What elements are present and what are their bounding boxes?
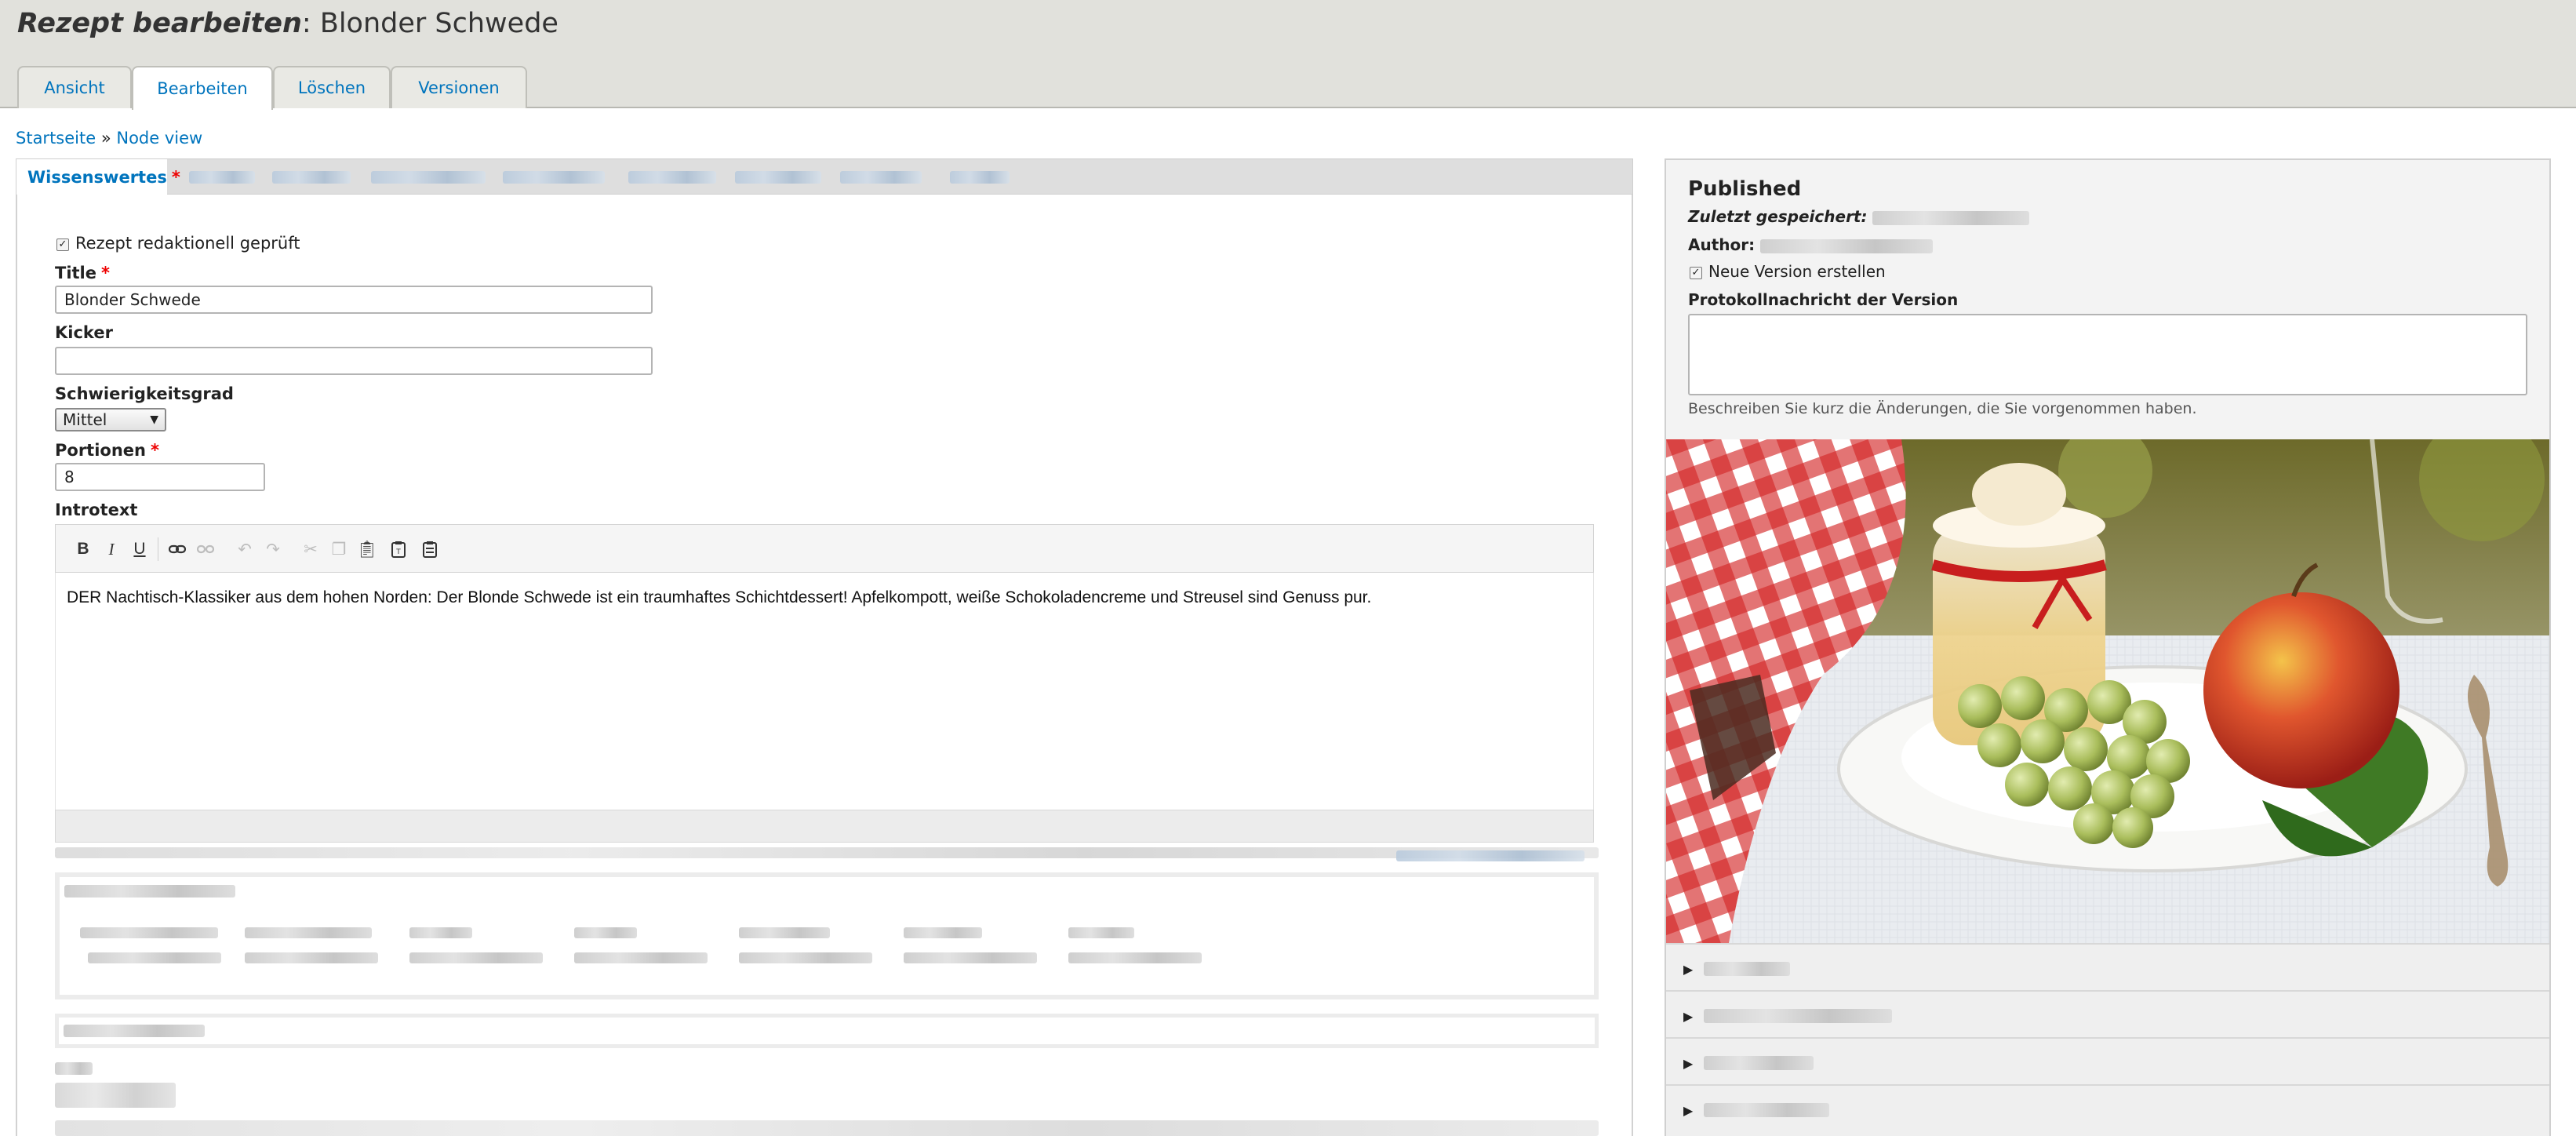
blurred-divider	[55, 847, 1599, 858]
sidebar-section-1[interactable]: ▶	[1666, 943, 2549, 990]
last-saved-label: Zuletzt gespeichert:	[1688, 207, 1868, 226]
tab-versionen[interactable]: Versionen	[391, 66, 527, 108]
expand-arrow-icon: ▶	[1683, 1103, 1694, 1118]
portions-input[interactable]: 8	[55, 463, 265, 491]
reviewed-checkbox[interactable]: ✓	[56, 238, 69, 251]
link-icon[interactable]	[166, 537, 189, 561]
title-input[interactable]: Blonder Schwede	[55, 286, 653, 314]
tab-loeschen[interactable]: Löschen	[273, 66, 391, 108]
editor-toolbar: B I U ↶ ↷ ✂ ❐ 📋︎ T	[55, 524, 1594, 573]
breadcrumb-home-link[interactable]: Startseite	[16, 129, 96, 147]
author: Author:	[1688, 235, 1934, 254]
sidebar-section-2[interactable]: ▶	[1666, 990, 2549, 1037]
bold-button[interactable]: B	[71, 537, 95, 561]
page-title-colon: :	[301, 8, 311, 39]
tab-label: Bearbeiten	[157, 79, 248, 98]
log-description: Beschreiben Sie kurz die Änderungen, die…	[1688, 400, 2197, 417]
introtext-content[interactable]: DER Nachtisch-Klassiker aus dem hohen No…	[67, 588, 1371, 607]
underline-button[interactable]: U	[128, 537, 151, 561]
italic-button[interactable]: I	[100, 537, 123, 561]
difficulty-selected-value: Mittel	[63, 410, 107, 429]
vtab-wissenswertes[interactable]: Wissenswertes *	[16, 159, 180, 195]
page-title-prefix: Rezept bearbeiten	[17, 8, 302, 39]
introtext-label: Introtext	[55, 501, 138, 519]
new-revision-label: Neue Version erstellen	[1708, 262, 1886, 281]
editor-statusbar	[55, 810, 1594, 843]
redo-icon[interactable]: ↷	[261, 537, 285, 561]
kicker-label: Kicker	[55, 323, 113, 342]
log-label: Protokollnachricht der Version	[1688, 290, 1959, 309]
sidebar-section-3[interactable]: ▶	[1666, 1037, 2549, 1084]
new-revision-checkbox[interactable]: ✓	[1690, 267, 1702, 279]
page-title: Rezept bearbeiten: Blonder Schwede	[17, 8, 558, 39]
vtab-blurred-6[interactable]	[726, 159, 831, 195]
svg-text:T: T	[395, 548, 401, 556]
blurred-link[interactable]	[1396, 850, 1585, 861]
undo-icon[interactable]: ↶	[233, 537, 257, 561]
sidebar-section-4[interactable]: ▶	[1666, 1084, 2549, 1136]
vtab-blurred-3[interactable]	[362, 159, 493, 195]
expand-arrow-icon: ▶	[1683, 1056, 1694, 1071]
meta-sidebar: Published Zuletzt gespeichert: Author: ✓…	[1665, 158, 2551, 1136]
page-title-node: Blonder Schwede	[319, 8, 558, 39]
breadcrumb-separator: »	[96, 129, 117, 147]
author-label: Author:	[1688, 235, 1756, 254]
breadcrumb: Startseite » Node view	[16, 129, 202, 147]
title-label: Title *	[55, 264, 110, 282]
portions-label: Portionen *	[55, 441, 159, 460]
tab-bearbeiten[interactable]: Bearbeiten	[132, 66, 273, 110]
tab-label: Versionen	[418, 78, 500, 97]
blurred-fieldset	[55, 872, 1599, 999]
revision-log-textarea[interactable]	[1688, 314, 2527, 395]
paste-icon[interactable]: 📋︎	[355, 537, 379, 561]
paste-text-icon[interactable]: T	[387, 537, 410, 561]
recipe-image	[1666, 439, 2549, 943]
vtab-blurred-2[interactable]	[263, 159, 362, 195]
chevron-down-icon: ▼	[150, 413, 158, 426]
breadcrumb-current-link[interactable]: Node view	[116, 129, 202, 147]
introtext-editor[interactable]: DER Nachtisch-Klassiker aus dem hohen No…	[55, 573, 1594, 810]
vtab-blurred-4[interactable]	[493, 159, 619, 195]
tab-label: Ansicht	[44, 78, 105, 97]
blurred-label	[55, 1062, 93, 1075]
last-saved-value-redacted	[1872, 210, 2030, 225]
expand-arrow-icon: ▶	[1683, 1009, 1694, 1024]
copy-icon[interactable]: ❐	[327, 537, 351, 561]
required-marker: *	[101, 264, 110, 282]
page-header: Rezept bearbeiten: Blonder Schwede Ansic…	[0, 0, 2576, 110]
cut-icon[interactable]: ✂	[299, 537, 322, 561]
vtab-blurred-5[interactable]	[619, 159, 726, 195]
expand-arrow-icon: ▶	[1683, 962, 1694, 977]
vertical-tabs: Wissenswertes *	[16, 158, 1633, 195]
difficulty-label: Schwierigkeitsgrad	[55, 384, 234, 403]
vtab-label: Wissenswertes	[27, 168, 167, 187]
last-saved: Zuletzt gespeichert:	[1688, 207, 2030, 226]
vtab-blurred-1[interactable]	[180, 159, 263, 195]
tab-ansicht[interactable]: Ansicht	[17, 66, 132, 108]
reviewed-checkbox-label: Rezept redaktionell geprüft	[75, 234, 300, 253]
vtab-blurred-8[interactable]	[941, 159, 1017, 195]
vtab-blurred-7[interactable]	[831, 159, 941, 195]
paste-word-icon[interactable]	[418, 537, 442, 561]
blurred-fieldset-bottom	[55, 1120, 1599, 1136]
tab-label: Löschen	[297, 78, 366, 97]
blurred-field[interactable]	[55, 1083, 176, 1108]
publish-status: Published	[1688, 177, 1802, 201]
unlink-icon[interactable]	[194, 537, 217, 561]
blurred-fieldset-collapsed[interactable]	[55, 1014, 1599, 1048]
difficulty-select[interactable]: Mittel ▼	[55, 408, 166, 431]
kicker-input[interactable]	[55, 347, 653, 375]
required-marker: *	[150, 441, 159, 460]
author-value-redacted	[1760, 238, 1934, 253]
